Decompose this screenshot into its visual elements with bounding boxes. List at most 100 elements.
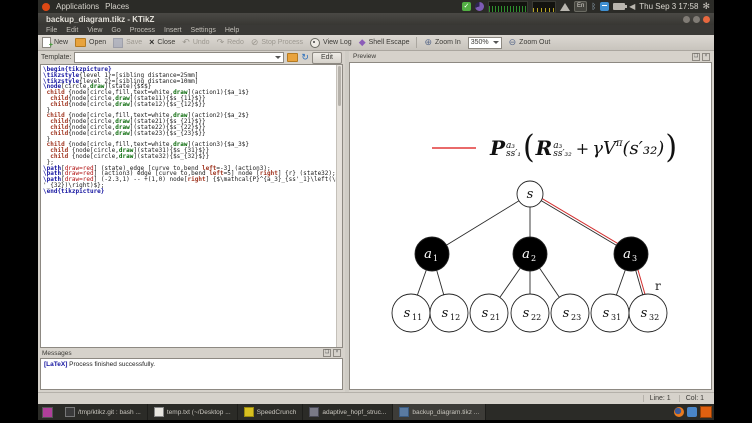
taskbar-item-adaptive-hopf[interactable]: adaptive_hopf_struc... xyxy=(303,404,394,420)
menu-process[interactable]: Process xyxy=(130,27,155,34)
editor-scrollbar[interactable] xyxy=(336,65,342,347)
template-combobox[interactable] xyxy=(74,52,285,63)
code-lines: \begin{tikzpicture} \tikzstyle{level 1}=[… xyxy=(43,66,342,195)
battery-icon[interactable] xyxy=(613,3,628,10)
minimize-button[interactable] xyxy=(683,15,690,23)
document-icon xyxy=(309,407,320,417)
toolbar: New Open Save ×Close ↶Undo ↷Redo ⊘Stop P… xyxy=(38,35,714,51)
svg-text:s: s xyxy=(523,306,530,321)
time-tracker-icon[interactable] xyxy=(474,2,484,11)
redo-icon: ↷ xyxy=(216,37,225,47)
svg-text:s: s xyxy=(563,306,570,321)
workspace-switcher-icon[interactable] xyxy=(700,406,712,418)
svg-text:s: s xyxy=(404,306,411,321)
message-text: Process finished successfully. xyxy=(67,361,156,368)
network-app-icon[interactable] xyxy=(687,407,697,417)
template-row: Template: ↻ Edit xyxy=(38,51,345,64)
chevron-down-icon xyxy=(275,56,282,59)
shell-escape-button[interactable]: ◆ Shell Escape xyxy=(359,38,410,47)
close-panel-icon[interactable]: × xyxy=(333,349,341,357)
messages-header: Messages ❏ × xyxy=(38,348,345,358)
new-file-icon xyxy=(42,37,53,50)
svg-text:s: s xyxy=(603,306,610,321)
preview-pane: Preview ❏ × Pa₃ ss′₁ ( Ra₃ ss′₃₂ + γV π … xyxy=(349,51,714,392)
template-edit-button[interactable]: Edit xyxy=(311,51,342,64)
view-log-button[interactable]: View Log xyxy=(310,37,352,48)
applications-menu[interactable]: Applications xyxy=(56,2,99,11)
float-panel-icon[interactable]: ❏ xyxy=(323,349,331,357)
node-a1 xyxy=(414,236,450,272)
close-panel-icon[interactable]: × xyxy=(702,52,710,61)
node-s11 xyxy=(391,293,431,333)
zoom-out-icon: ⊖ xyxy=(508,37,517,47)
zoom-level-select[interactable]: 350% xyxy=(467,36,502,49)
window-title: backup_diagram.tikz - KTikZ xyxy=(46,14,155,24)
terminal-icon xyxy=(65,407,75,417)
stop-process-button[interactable]: ⊘ Stop Process xyxy=(251,38,303,47)
template-reload-icon[interactable]: ↻ xyxy=(301,53,309,62)
svg-text:s: s xyxy=(442,306,449,321)
statusbar: Line: 1 Col: 1 xyxy=(38,392,714,404)
open-button[interactable]: Open xyxy=(75,38,106,47)
top-panel: Applications Places ✓ En ᛒ ◀ Thu Sep 3 1… xyxy=(38,0,714,13)
svg-text:22: 22 xyxy=(531,313,541,322)
template-browse-icon[interactable] xyxy=(287,53,299,62)
maximize-button[interactable] xyxy=(693,15,700,23)
close-button[interactable] xyxy=(703,15,710,23)
ubuntu-logo-icon[interactable] xyxy=(42,2,50,11)
preview-canvas[interactable]: Pa₃ ss′₁ ( Ra₃ ss′₃₂ + γV π (s′₃₂) ) sa1a2a… xyxy=(349,62,712,390)
new-button[interactable]: New xyxy=(42,37,68,50)
svg-text:s: s xyxy=(482,306,489,321)
close-file-button[interactable]: × Close xyxy=(149,38,175,47)
firefox-icon[interactable] xyxy=(674,407,684,417)
diagram-svg: sa 1 a 2 a 3s 11 s 12 s 21 s 22 s 23 s 31 s 32r xyxy=(391,180,668,333)
messaging-icon[interactable] xyxy=(600,2,610,11)
taskbar-item-speedcrunch[interactable]: SpeedCrunch xyxy=(238,404,304,420)
volume-icon[interactable]: ◀ xyxy=(629,2,635,11)
show-desktop-icon[interactable] xyxy=(42,406,53,418)
titlebar[interactable]: backup_diagram.tikz - KTikZ xyxy=(38,13,714,25)
code-editor[interactable]: \begin{tikzpicture} \tikzstyle{level 1}=[… xyxy=(40,64,343,348)
float-panel-icon[interactable]: ❏ xyxy=(692,52,700,61)
node-s23 xyxy=(550,293,590,333)
svg-text:a: a xyxy=(424,247,432,262)
clock[interactable]: Thu Sep 3 17:58 xyxy=(639,2,698,11)
taskbar-item-backup-diagram[interactable]: backup_diagram.tikz ... xyxy=(393,404,487,420)
system-monitor-net-icon[interactable] xyxy=(531,0,556,13)
svg-text:s: s xyxy=(641,306,648,321)
menu-go[interactable]: Go xyxy=(111,27,120,34)
scrollbar-thumb[interactable] xyxy=(338,66,341,106)
view-log-icon xyxy=(310,37,321,48)
updates-tray-icon[interactable]: ✓ xyxy=(461,2,471,11)
taskbar-item-tempfile[interactable]: temp.txt (~/Desktop ... xyxy=(148,404,238,420)
zoom-in-icon: ⊕ xyxy=(424,37,433,47)
status-col: Col: 1 xyxy=(678,395,710,402)
menu-insert[interactable]: Insert xyxy=(164,27,182,34)
editor-pane: Template: ↻ Edit \begin{tikzpicture} \tik… xyxy=(38,51,345,392)
menu-help[interactable]: Help xyxy=(225,27,239,34)
menu-file[interactable]: File xyxy=(46,27,57,34)
reward-label: r xyxy=(655,279,661,293)
menu-edit[interactable]: Edit xyxy=(66,27,78,34)
session-menu-icon[interactable]: ✻ xyxy=(702,2,710,11)
redo-button[interactable]: ↷ Redo xyxy=(217,38,244,47)
calculator-icon xyxy=(243,407,254,417)
svg-text:23: 23 xyxy=(571,313,581,322)
menu-view[interactable]: View xyxy=(87,27,102,34)
system-monitor-cpu-icon[interactable] xyxy=(487,0,528,13)
undo-button[interactable]: ↶ Undo xyxy=(182,38,209,47)
menu-settings[interactable]: Settings xyxy=(191,27,216,34)
zoom-out-button[interactable]: ⊖ Zoom Out xyxy=(509,38,551,47)
keyboard-layout-indicator[interactable]: En xyxy=(573,1,588,12)
taskbar-item-terminal[interactable]: /tmp/ktikz.git : bash ... xyxy=(59,404,148,420)
close-icon: × xyxy=(149,37,155,47)
bluetooth-icon[interactable]: ᛒ xyxy=(591,2,596,11)
save-button[interactable]: Save xyxy=(113,37,142,48)
svg-text:11: 11 xyxy=(412,313,422,322)
svg-text:s: s xyxy=(527,187,534,202)
network-icon[interactable] xyxy=(559,2,570,11)
zoom-in-button[interactable]: ⊕ Zoom In xyxy=(424,38,460,47)
node-s12 xyxy=(429,293,469,333)
places-menu[interactable]: Places xyxy=(105,2,129,11)
node-s32 xyxy=(628,293,668,333)
